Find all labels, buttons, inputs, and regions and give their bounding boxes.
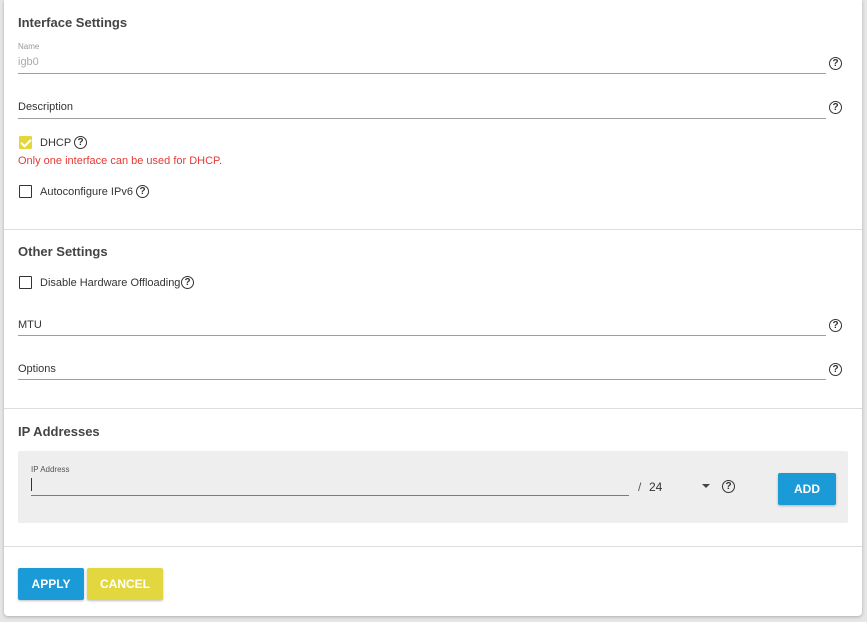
description-field[interactable]: Description	[18, 96, 826, 119]
options-help-icon[interactable]: ?	[829, 363, 842, 376]
dhcp-label: DHCP	[40, 137, 72, 149]
dhcp-error-message: Only one interface can be used for DHCP.	[18, 155, 223, 167]
ip-address-row: IP Address / 24 ? ADD	[18, 451, 848, 523]
name-field-label: Name	[18, 42, 40, 51]
cancel-button[interactable]: CANCEL	[87, 568, 163, 600]
autoconfigure-ipv6-help-icon[interactable]: ?	[136, 185, 149, 198]
dhcp-help-icon[interactable]: ?	[74, 136, 87, 149]
autoconfigure-ipv6-checkbox[interactable]	[19, 185, 32, 198]
section-divider	[4, 229, 862, 230]
description-label: Description	[18, 101, 74, 113]
chevron-down-icon	[702, 484, 710, 488]
disable-hardware-offloading-help-icon[interactable]: ?	[181, 276, 194, 289]
name-field: Name igb0	[18, 42, 826, 74]
text-cursor	[31, 478, 32, 491]
netmask-slash: /	[638, 480, 642, 494]
ip-address-label: IP Address	[31, 465, 70, 474]
description-help-icon[interactable]: ?	[829, 101, 842, 114]
mtu-label: MTU	[18, 319, 42, 331]
section-divider	[4, 546, 862, 547]
disable-hardware-offloading-checkbox[interactable]	[19, 276, 32, 289]
options-label: Options	[18, 363, 56, 375]
ip-addresses-title: IP Addresses	[18, 424, 100, 439]
netmask-value: 24	[649, 480, 663, 494]
netmask-help-icon[interactable]: ?	[722, 480, 735, 493]
mtu-help-icon[interactable]: ?	[829, 319, 842, 332]
interface-form-card: Interface Settings Name igb0 ? Descripti…	[4, 0, 862, 616]
section-divider	[4, 408, 862, 409]
interface-settings-title: Interface Settings	[18, 15, 128, 30]
disable-hardware-offloading-label: Disable Hardware Offloading	[40, 277, 181, 289]
dhcp-checkbox[interactable]	[19, 136, 32, 149]
other-settings-title: Other Settings	[18, 244, 108, 259]
add-ip-button[interactable]: ADD	[778, 473, 836, 505]
mtu-field[interactable]: MTU	[18, 314, 826, 336]
name-field-value: igb0	[18, 56, 39, 68]
name-help-icon[interactable]: ?	[829, 57, 842, 70]
ip-address-input[interactable]	[31, 476, 629, 496]
options-field[interactable]: Options	[18, 358, 826, 380]
netmask-select[interactable]: 24	[648, 475, 713, 497]
autoconfigure-ipv6-label: Autoconfigure IPv6	[40, 186, 133, 198]
apply-button[interactable]: APPLY	[18, 568, 84, 600]
